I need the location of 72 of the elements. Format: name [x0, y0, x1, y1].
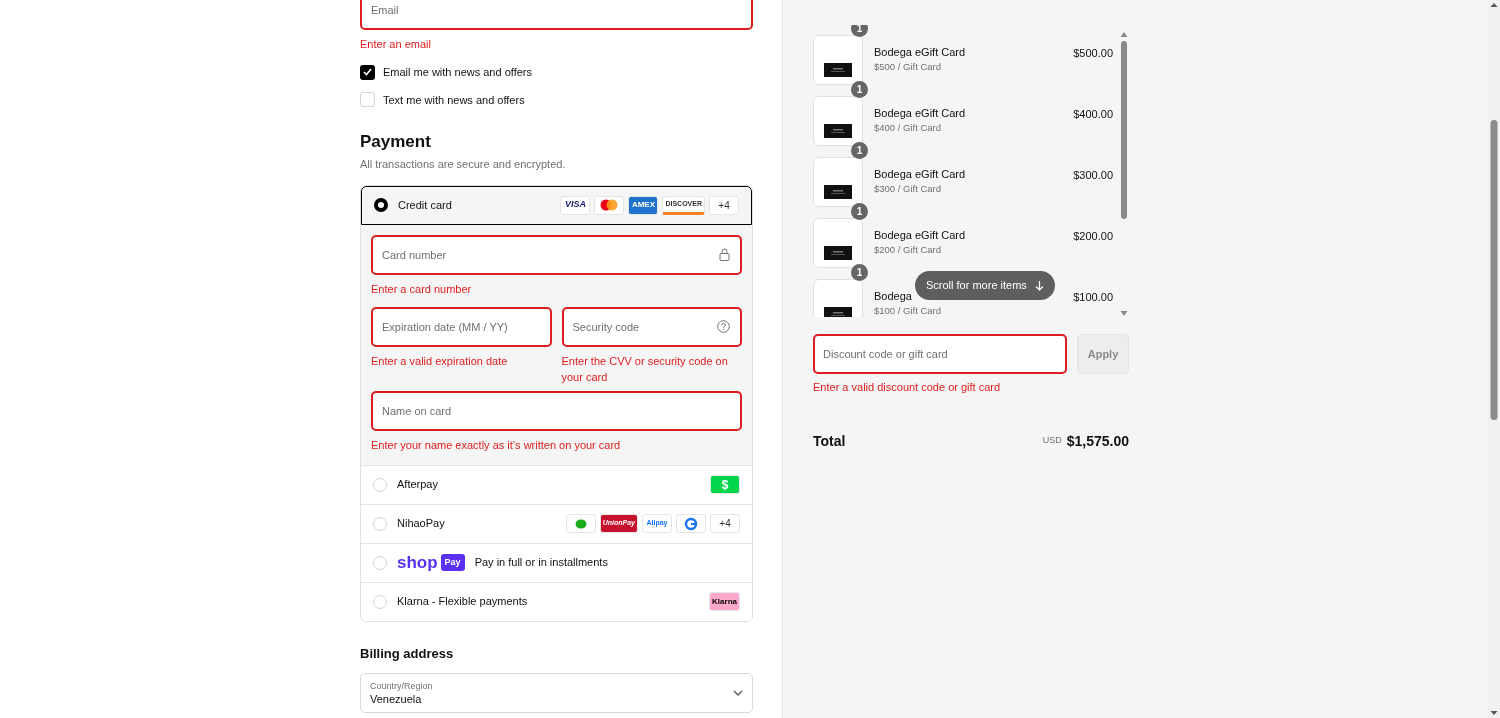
- currency-code: USD: [1042, 434, 1062, 448]
- product-name: Bodega eGift Card: [874, 228, 967, 243]
- error-message: Enter a valid discount code or gift card: [813, 380, 1002, 395]
- klarna-logo: Klarna: [709, 592, 740, 611]
- mastercard-logo: [594, 195, 625, 215]
- product-price: $100.00: [1073, 290, 1114, 305]
- option-label: Credit card: [398, 197, 453, 213]
- product-name: Bodega eGift Card: [874, 106, 967, 121]
- amex-logo: AMEX: [628, 195, 659, 215]
- shop-logo: shop: [397, 554, 438, 571]
- quantity-badge: 1: [851, 142, 868, 159]
- quantity-badge: 1: [851, 25, 868, 37]
- product-variant: $300 / Gift Card: [874, 182, 943, 196]
- lock-icon: [719, 247, 730, 261]
- quantity-badge: 1: [851, 264, 868, 281]
- product-variant: $400 / Gift Card: [874, 121, 943, 135]
- product-price: $200.00: [1073, 229, 1114, 244]
- input-field[interactable]: Expiration date (MM / YY): [371, 306, 552, 347]
- section-heading: Billing address: [360, 644, 455, 663]
- checkbox-label: Email me with news and offers: [383, 65, 532, 80]
- error-message: Enter your name exactly as it’s written on your card: [371, 437, 622, 453]
- product-price: $500.00: [1073, 46, 1114, 61]
- payment-option[interactable]: Klarna - Flexible payments Klarna: [361, 581, 752, 621]
- scroll-hint-pill[interactable]: Scroll for more items: [915, 271, 1055, 300]
- input-field[interactable]: Card number: [371, 234, 742, 275]
- error-message: Enter an email: [360, 37, 432, 52]
- product-name: Bodega eGift Card: [874, 167, 967, 182]
- option-label: Pay in full or in installments: [474, 555, 609, 571]
- page-scrollbar[interactable]: [1488, 0, 1500, 718]
- option-label: NihaoPay: [397, 516, 446, 532]
- wechat-logo: [565, 514, 596, 533]
- scroll-hint-text: Scroll for more items: [926, 278, 1027, 294]
- product-name: Bodega: [874, 289, 913, 304]
- option-label: Afterpay: [397, 477, 439, 493]
- checkbox[interactable]: [360, 64, 375, 80]
- error-message: Enter a card number: [371, 281, 473, 297]
- pay-badge: Pay: [440, 553, 465, 572]
- field-label: Country/Region: [370, 680, 434, 692]
- more-count: +4: [709, 195, 739, 215]
- discount-field[interactable]: Discount code or gift card: [813, 334, 1067, 374]
- input-field[interactable]: Email: [360, 0, 753, 30]
- payment-logo: [676, 514, 706, 533]
- arrow-down-icon: [1034, 280, 1044, 291]
- section-heading: Payment: [360, 132, 432, 152]
- checkbox[interactable]: [360, 92, 375, 108]
- checkbox-label: Text me with news and offers: [383, 92, 525, 108]
- chevron-down-icon: [733, 690, 743, 696]
- product-price: $400.00: [1073, 107, 1114, 122]
- error-message: Enter the CVV or security code on your card: [561, 353, 729, 385]
- option-label: Klarna - Flexible payments: [397, 594, 529, 610]
- cash-logo: $: [710, 475, 740, 494]
- input-field[interactable]: Security code: [561, 306, 742, 347]
- help-icon[interactable]: [717, 319, 730, 333]
- visa-logo: VISA: [560, 195, 591, 215]
- more-count: +4: [710, 514, 740, 533]
- product-variant: $100 / Gift Card: [874, 304, 943, 317]
- total-amount: $1,575.00: [1066, 431, 1129, 451]
- section-subtitle: All transactions are secure and encrypted.: [360, 157, 567, 172]
- input-field[interactable]: Name on card: [371, 390, 742, 431]
- checkmark-icon: [363, 68, 372, 77]
- error-message: Enter a valid expiration date: [371, 353, 509, 369]
- product-variant: $500 / Gift Card: [874, 60, 943, 74]
- product-price: $300.00: [1073, 168, 1114, 183]
- quantity-badge: 1: [851, 81, 868, 98]
- product-name: Bodega eGift Card: [874, 45, 967, 60]
- quantity-badge: 1: [851, 203, 868, 220]
- total-label: Total: [813, 431, 847, 451]
- radio-button[interactable]: [374, 198, 388, 212]
- product-variant: $200 / Gift Card: [874, 243, 943, 257]
- field-value: Venezuela: [370, 692, 423, 706]
- country-select[interactable]: Country/Region Venezuela: [360, 673, 753, 713]
- scrollbar[interactable]: [1119, 31, 1129, 317]
